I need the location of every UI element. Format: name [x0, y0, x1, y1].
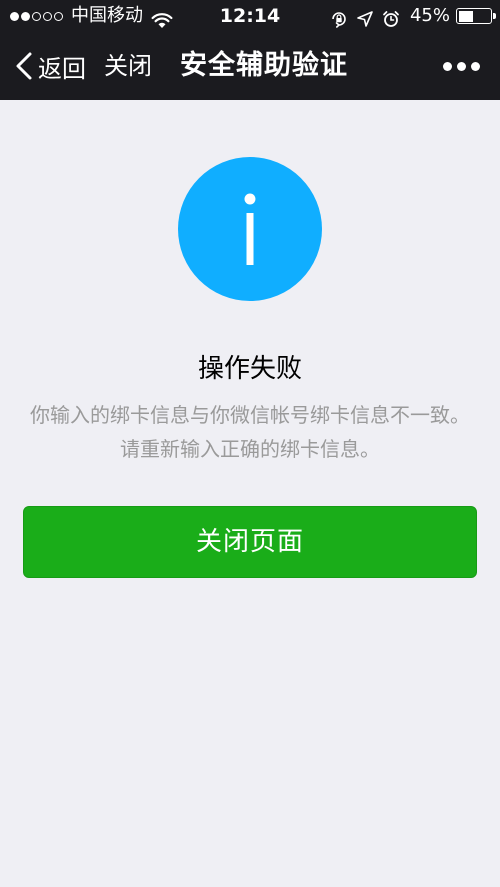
info-icon [178, 157, 322, 301]
status-right: 45% [322, 0, 496, 32]
nav-bar: 返回 关闭 安全辅助验证 [0, 32, 500, 100]
close-button[interactable]: 关闭 [104, 32, 152, 100]
location-icon [356, 7, 374, 27]
battery-fill [458, 10, 473, 22]
top-bar: 中国移动 12:14 45% 返回 关闭 安全辅助验证 [0, 0, 500, 100]
more-dot [443, 61, 452, 71]
page-title: 安全辅助验证 [180, 50, 348, 81]
battery-icon [456, 8, 496, 24]
chevron-left-icon [14, 51, 34, 81]
result-title: 操作失败 [197, 354, 302, 384]
more-dot [471, 61, 480, 71]
alarm-icon [382, 7, 400, 27]
more-dot [457, 61, 466, 71]
result-description: 你输入的绑卡信息与你微信帐号绑卡信息不一致。请重新输入正确的绑卡信息。 [30, 403, 470, 461]
orientation-lock-icon [330, 7, 348, 28]
back-button[interactable]: 返回 [14, 32, 86, 100]
battery-percent: 45% [409, 5, 450, 26]
back-label: 返回 [38, 54, 86, 83]
status-bar: 中国移动 12:14 45% [0, 0, 500, 32]
close-page-button[interactable]: 关闭页面 [23, 506, 477, 578]
more-dots-icon[interactable] [438, 32, 480, 100]
